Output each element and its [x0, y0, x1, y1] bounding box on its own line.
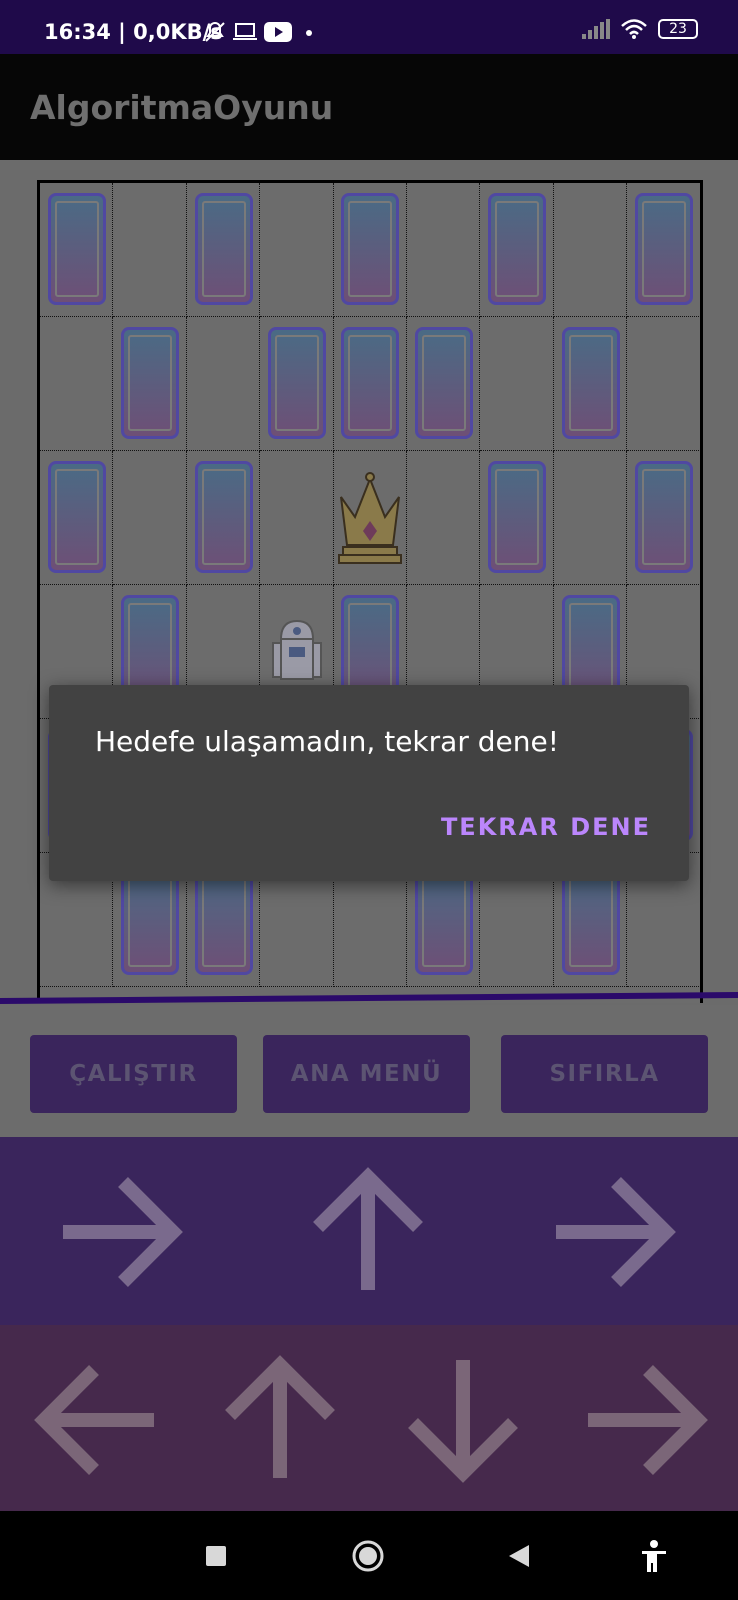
card-icon [341, 327, 400, 439]
card-icon [634, 193, 693, 305]
board-cell [113, 451, 187, 585]
program-arrow-right-icon[interactable] [548, 1167, 678, 1297]
card-icon [194, 193, 253, 305]
card-icon [414, 327, 473, 439]
board-cell [407, 451, 481, 585]
navigation-bar [0, 1511, 738, 1600]
palette-panel [0, 1325, 738, 1511]
laptop-icon [233, 23, 257, 40]
youtube-icon [264, 22, 292, 42]
card-icon [634, 461, 693, 573]
retry-button[interactable]: TEKRAR DENE [441, 813, 651, 841]
card-icon [267, 327, 326, 439]
program-arrow-up-icon[interactable] [303, 1165, 433, 1295]
program-panel [0, 1137, 738, 1325]
accessibility-icon[interactable] [640, 1539, 668, 1573]
status-time: 16:34 | 0,0KB/s [44, 20, 223, 44]
card-icon [194, 461, 253, 573]
palette-arrow-up-icon[interactable] [215, 1353, 345, 1483]
circle-icon[interactable] [351, 1539, 385, 1573]
app-bar: AlgoritmaOyunu [0, 54, 738, 160]
main-menu-button[interactable]: ANA MENÜ [263, 1035, 470, 1113]
card-icon [341, 193, 400, 305]
board-cell [407, 183, 481, 317]
muted-bell-icon [205, 21, 225, 42]
board-cell [553, 183, 628, 317]
app-title: AlgoritmaOyunu [30, 88, 334, 127]
reset-button[interactable]: SIFIRLA [501, 1035, 708, 1113]
square-icon[interactable] [205, 1545, 227, 1567]
robot-icon [271, 619, 322, 680]
board-cell [553, 451, 628, 585]
card-icon [47, 461, 106, 573]
palette-arrow-down-icon[interactable] [398, 1355, 528, 1485]
signal-icon [582, 19, 610, 39]
palette-arrow-right-icon[interactable] [580, 1355, 710, 1485]
board-cell [260, 183, 334, 317]
palette-arrow-left-icon[interactable] [32, 1355, 162, 1485]
result-dialog: Hedefe ulaşamadın, tekrar dene! TEKRAR D… [49, 685, 689, 881]
card-icon [47, 193, 106, 305]
back-triangle-icon[interactable] [507, 1544, 531, 1568]
program-arrow-right-icon[interactable] [55, 1167, 185, 1297]
card-icon [121, 327, 180, 439]
card-icon [561, 327, 620, 439]
status-bar: 16:34 | 0,0KB/s 23 [0, 0, 738, 54]
battery-icon: 23 [658, 19, 698, 39]
battery-level: 23 [669, 21, 687, 37]
wifi-icon [621, 19, 647, 39]
card-icon [488, 461, 547, 573]
board-cell [480, 317, 554, 451]
board-cell [40, 317, 114, 451]
board-cell [186, 317, 261, 451]
card-icon [488, 193, 547, 305]
dialog-message: Hedefe ulaşamadın, tekrar dene! [95, 725, 559, 758]
board-cell [113, 183, 187, 317]
button-row: ÇALIŞTIR ANA MENÜ SIFIRLA [0, 1005, 738, 1137]
board-cell [260, 451, 334, 585]
board-cell [627, 317, 700, 451]
run-button[interactable]: ÇALIŞTIR [30, 1035, 237, 1113]
crown-icon [338, 472, 403, 564]
dot-icon [306, 30, 312, 36]
